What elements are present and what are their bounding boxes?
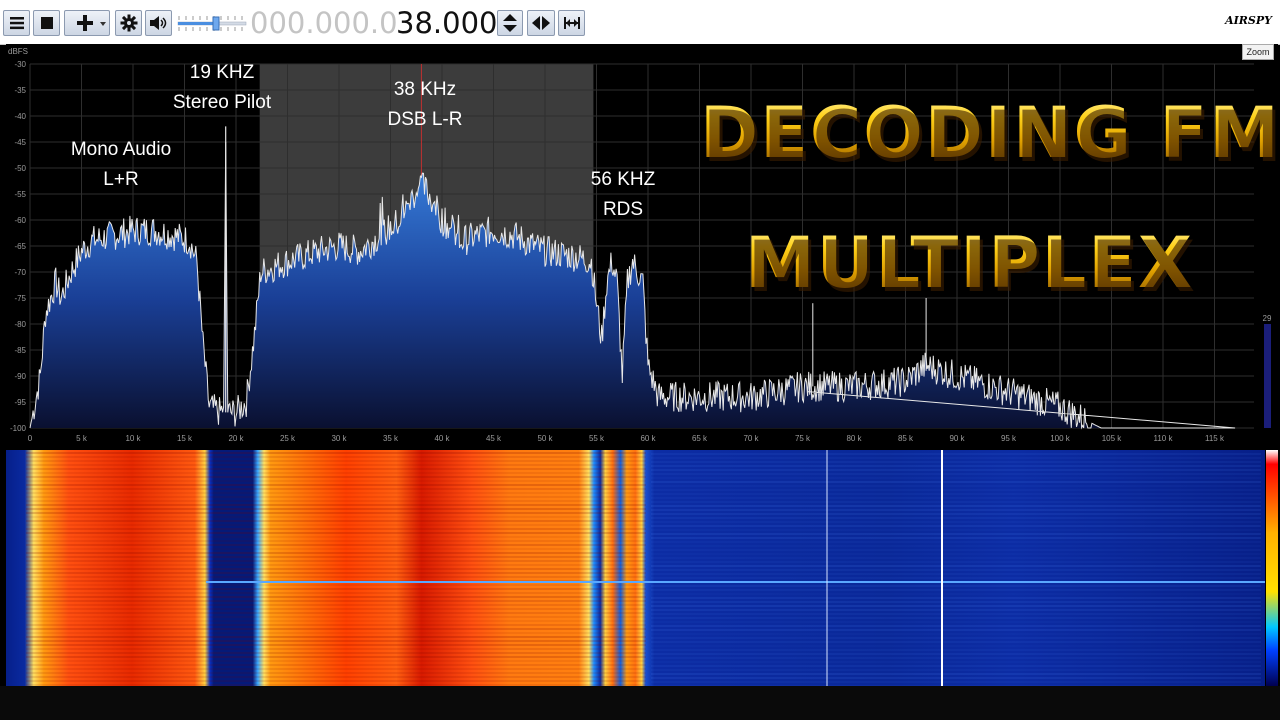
x-tick-label: 100 k <box>1050 434 1071 443</box>
level-meter <box>1264 324 1271 428</box>
x-tick-label: 30 k <box>331 434 347 443</box>
y-tick-label: -40 <box>14 112 26 121</box>
y-tick-label: -80 <box>14 320 26 329</box>
x-tick-label: 105 k <box>1102 434 1123 443</box>
x-tick-label: 80 k <box>846 434 862 443</box>
x-tick-label: 115 k <box>1205 434 1225 443</box>
x-tick-label: 110 k <box>1154 434 1174 443</box>
add-button[interactable] <box>64 10 110 36</box>
span-button[interactable] <box>558 10 585 36</box>
mono-audio-annotation: Mono Audio L+R <box>56 135 186 195</box>
settings-button[interactable] <box>115 10 142 36</box>
x-tick-label: 5 k <box>76 434 88 443</box>
x-tick-label: 70 k <box>743 434 759 443</box>
y-tick-label: -45 <box>14 138 26 147</box>
y-tick-label: -35 <box>14 86 26 95</box>
x-tick-label: 55 k <box>589 434 605 443</box>
bottom-strip <box>0 686 1280 720</box>
pilot-name-label: Stereo Pilot <box>172 92 272 113</box>
airspy-logo: AIRSPY <box>1225 14 1272 27</box>
waterfall-display[interactable] <box>6 450 1265 687</box>
headline-line-2: MULTIPLEX <box>745 222 1195 304</box>
hamburger-menu-icon <box>9 17 24 30</box>
y-tick-label: -65 <box>14 242 26 251</box>
x-tick-label: 75 k <box>795 434 811 443</box>
mono-channel-label: L+R <box>103 169 139 190</box>
stereo-pilot-annotation: 19 KHZ Stereo Pilot <box>164 58 280 118</box>
x-tick-label: 25 k <box>280 434 296 443</box>
unit-label: dBFS <box>8 47 28 56</box>
chevron-down-icon <box>100 22 106 26</box>
y-tick-label: -50 <box>14 164 26 173</box>
stop-icon <box>40 17 53 29</box>
y-tick-label: -60 <box>14 216 26 225</box>
rds-name-label: RDS <box>602 199 644 220</box>
x-tick-label: 90 k <box>949 434 965 443</box>
rds-annotation: 56 KHZ RDS <box>578 165 668 225</box>
x-tick-label: 85 k <box>898 434 914 443</box>
y-tick-label: -70 <box>14 268 26 277</box>
x-tick-label: 45 k <box>486 434 502 443</box>
stop-button[interactable] <box>33 10 60 36</box>
x-tick-label: 35 k <box>383 434 399 443</box>
dsb-annotation: 38 KHz DSB L-R <box>370 75 480 135</box>
y-tick-label: -75 <box>14 294 26 303</box>
x-tick-label: 95 k <box>1001 434 1017 443</box>
volume-slider[interactable] <box>177 12 247 34</box>
dsb-name-label: DSB L-R <box>387 109 463 130</box>
center-frequency-button[interactable] <box>527 10 555 36</box>
toolbar: 000.000.0 38.000 AIRSPY <box>0 0 1280 45</box>
frequency-digits-inactive[interactable]: 000.000.0 <box>250 3 398 43</box>
left-right-arrows-icon <box>532 16 550 30</box>
y-tick-label: -55 <box>14 190 26 199</box>
x-tick-label: 65 k <box>692 434 708 443</box>
x-tick-label: 60 k <box>640 434 656 443</box>
headline-line-1: DECODING FM <box>700 92 1280 174</box>
x-tick-label: 0 <box>28 434 33 443</box>
dsb-frequency-label: 38 KHz <box>393 79 457 100</box>
bandwidth-icon <box>563 17 580 29</box>
audio-button[interactable] <box>145 10 172 36</box>
pilot-frequency-label: 19 KHZ <box>189 62 255 83</box>
gear-icon <box>120 14 137 32</box>
x-tick-label: 10 k <box>125 434 141 443</box>
level-meter-value: 29 <box>1263 314 1272 323</box>
x-tick-label: 50 k <box>537 434 553 443</box>
y-tick-label: -90 <box>14 372 26 381</box>
zoom-button[interactable]: Zoom <box>1242 44 1274 60</box>
frequency-digits-active[interactable]: 38.000 <box>396 3 497 43</box>
x-tick-label: 20 k <box>228 434 244 443</box>
x-tick-label: 40 k <box>434 434 450 443</box>
plus-icon <box>77 15 93 31</box>
menu-button[interactable] <box>3 10 30 36</box>
waterfall-color-scale <box>1266 450 1278 686</box>
y-tick-label: -30 <box>14 60 26 69</box>
frequency-step-button[interactable] <box>497 10 523 36</box>
x-tick-label: 15 k <box>177 434 193 443</box>
y-tick-label: -100 <box>10 424 27 433</box>
mono-audio-label: Mono Audio <box>70 139 172 160</box>
up-down-arrows-icon <box>503 14 517 32</box>
rds-frequency-label: 56 KHZ <box>590 169 656 190</box>
y-tick-label: -95 <box>14 398 26 407</box>
speaker-icon <box>149 16 166 30</box>
y-tick-label: -85 <box>14 346 26 355</box>
